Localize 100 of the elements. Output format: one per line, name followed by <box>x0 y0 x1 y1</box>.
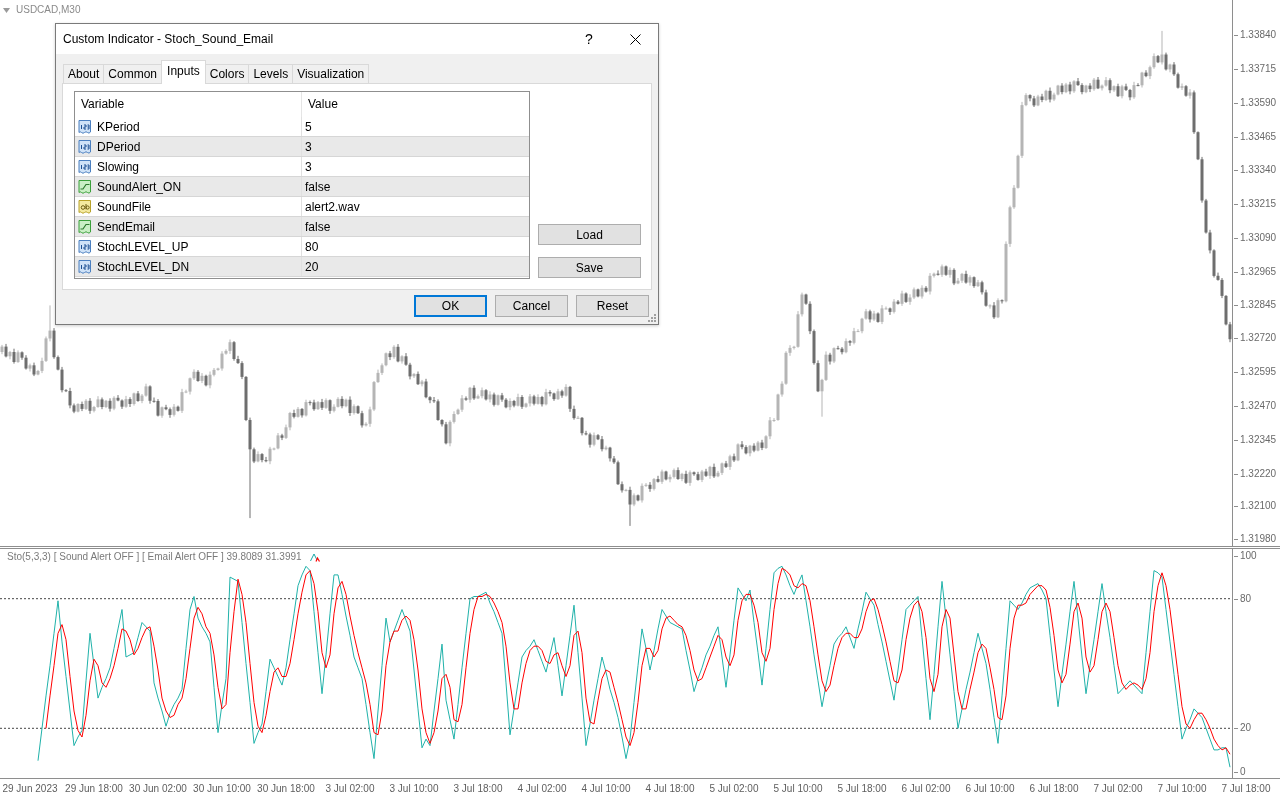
time-axis-label: 6 Jul 10:00 <box>965 783 1015 795</box>
candlestick <box>1188 88 1192 100</box>
load-button[interactable]: Load <box>538 224 641 245</box>
time-axis-label: 30 Jun 02:00 <box>129 783 187 795</box>
candlestick <box>68 387 72 409</box>
value-cell: 3 <box>301 137 529 156</box>
candlestick <box>320 398 324 411</box>
time-axis-label: 6 Jul 02:00 <box>901 783 951 795</box>
price-axis-label: 1.32345 <box>1233 434 1277 447</box>
digits-tile-icon <box>77 258 93 275</box>
value-cell: false <box>301 177 529 196</box>
candlestick <box>996 297 1000 319</box>
candlestick <box>388 350 392 361</box>
candlestick <box>508 397 512 411</box>
price-axis-label: 1.31980 <box>1233 533 1277 545</box>
candlestick <box>732 453 736 463</box>
variable-name: SoundFile <box>97 199 152 214</box>
tab[interactable]: About <box>63 64 105 83</box>
value-cell: 3 <box>301 157 529 176</box>
candlestick <box>760 439 764 451</box>
candlestick <box>880 304 884 325</box>
time-axis-label: 7 Jul 18:00 <box>1221 783 1271 795</box>
table-row[interactable]: Slowing 3 <box>75 157 529 177</box>
candlestick <box>308 400 312 406</box>
candlestick <box>968 274 972 287</box>
dialog-title: Custom Indicator - Stoch_Sound_Email <box>63 32 275 46</box>
variable-name: KPeriod <box>97 119 140 134</box>
candlestick <box>640 482 644 504</box>
candlestick <box>848 339 852 347</box>
indicator-label: Sto(5,3,3) [ Sound Alert OFF ] [ Email Alert OFF ] 39.8089 31.3991 <box>7 551 302 563</box>
candlestick <box>1060 82 1064 95</box>
candlestick <box>548 389 552 397</box>
candlestick <box>232 340 236 362</box>
candlestick <box>928 272 932 295</box>
resize-grip-icon[interactable] <box>648 314 656 322</box>
value-cell: 5 <box>301 117 529 136</box>
indicator-axis-label: 100 <box>1233 549 1257 562</box>
close-icon <box>629 33 641 45</box>
table-row[interactable]: StochLEVEL_DN 20 <box>75 257 529 277</box>
save-button[interactable]: Save <box>538 257 641 278</box>
price-axis-label: 1.32470 <box>1233 400 1277 413</box>
time-axis-label: 29 Jun 2023 <box>2 783 58 795</box>
candlestick <box>180 388 184 414</box>
table-row[interactable]: SoundFile alert2.wav <box>75 197 529 217</box>
candlestick <box>444 421 448 445</box>
candlestick <box>948 266 952 279</box>
value-cell: false <box>301 217 529 236</box>
candlestick <box>264 456 268 463</box>
candlestick <box>580 416 584 436</box>
candlestick <box>1000 298 1004 304</box>
variable-name: DPeriod <box>97 139 141 154</box>
help-button[interactable]: ? <box>566 24 612 54</box>
candlestick <box>8 350 12 360</box>
time-axis-label: 3 Jul 02:00 <box>325 783 375 795</box>
table-row[interactable]: KPeriod 5 <box>75 117 529 137</box>
candlestick <box>528 393 532 407</box>
indicator-lines-icon <box>309 552 320 562</box>
table-row[interactable]: SoundAlert_ON false <box>75 177 529 197</box>
candlestick <box>704 468 708 478</box>
dropdown-triangle-icon[interactable] <box>3 7 10 13</box>
table-row[interactable]: StochLEVEL_UP 80 <box>75 237 529 257</box>
value-cell: 80 <box>301 237 529 256</box>
candlestick <box>988 303 992 310</box>
price-axis-label: 1.32100 <box>1233 500 1277 513</box>
time-axis-label: 5 Jul 18:00 <box>837 783 887 795</box>
value-cell: 20 <box>301 257 529 276</box>
time-axis-label: 4 Jul 10:00 <box>581 783 631 795</box>
reset-button[interactable]: Reset <box>576 295 649 317</box>
column-header[interactable]: Variable <box>75 92 301 117</box>
time-axis-label: 4 Jul 18:00 <box>645 783 695 795</box>
price-axis-label: 1.32595 <box>1233 366 1277 379</box>
tab[interactable]: Visualization <box>292 64 370 83</box>
variable-name: Slowing <box>97 159 140 174</box>
candlestick <box>148 384 152 405</box>
candlestick <box>280 433 284 441</box>
table-row[interactable]: DPeriod 3 <box>75 137 529 157</box>
variable-name: SoundAlert_ON <box>97 179 182 194</box>
price-axis-label: 1.32845 <box>1233 298 1277 311</box>
candlestick <box>200 372 204 384</box>
cancel-button[interactable]: Cancel <box>495 295 568 317</box>
price-axis-label: 1.32720 <box>1233 332 1277 345</box>
digits-tile-icon <box>77 158 93 175</box>
variable-name: StochLEVEL_UP <box>97 239 189 254</box>
time-axis-label: 29 Jun 18:00 <box>65 783 123 795</box>
time-axis-label: 7 Jul 02:00 <box>1093 783 1143 795</box>
wave-tile-icon <box>77 218 93 235</box>
candlestick <box>220 350 224 372</box>
candlestick <box>348 395 352 417</box>
price-axis-label: 1.33590 <box>1233 96 1277 109</box>
candlestick <box>464 395 468 402</box>
ok-button[interactable]: OK <box>414 295 487 317</box>
candlestick <box>1068 81 1072 95</box>
time-axis-label: 5 Jul 02:00 <box>709 783 759 795</box>
time-axis-label: 7 Jul 10:00 <box>1157 783 1207 795</box>
table-row[interactable]: SendEmail false <box>75 217 529 237</box>
tab[interactable]: Inputs <box>161 60 206 84</box>
value-cell: alert2.wav <box>301 197 529 216</box>
price-axis-label: 1.33215 <box>1233 198 1277 211</box>
time-axis-label: 3 Jul 10:00 <box>389 783 439 795</box>
time-axis-label: 4 Jul 02:00 <box>517 783 567 795</box>
